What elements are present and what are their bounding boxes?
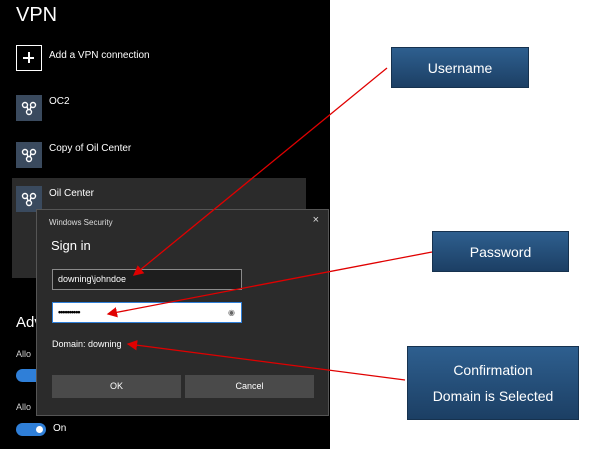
- annotation-arrows: [106, 67, 433, 381]
- domain-arrow: [126, 340, 406, 381]
- password-arrow: [106, 251, 433, 318]
- username-arrow: [132, 67, 388, 276]
